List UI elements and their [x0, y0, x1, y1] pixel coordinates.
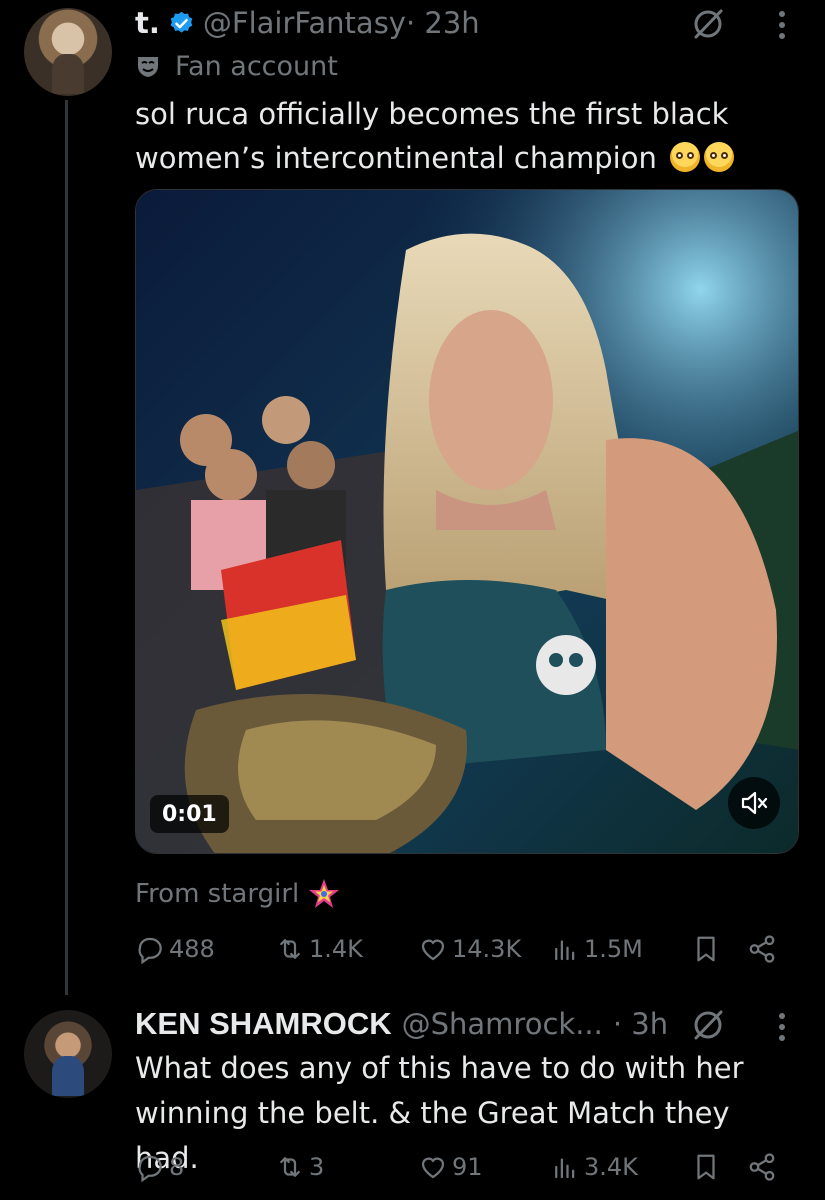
reply-author-avatar[interactable] [24, 1010, 112, 1098]
reply-header: KEN SHAMROCK @Shamrock... · 3h [135, 1004, 668, 1044]
views-action[interactable]: 3.4K [550, 1147, 638, 1187]
account-label-text: Fan account [175, 50, 338, 82]
star-emoji-icon [309, 879, 340, 908]
like-action[interactable]: 14.3K [418, 929, 521, 969]
repost-icon [280, 939, 300, 959]
reply-count: 8 [169, 1153, 185, 1181]
reply-actions: 8 3 91 3.4K [135, 1147, 785, 1187]
tweet-time[interactable]: · 23h [406, 6, 480, 40]
share-icon [749, 1153, 775, 1181]
mute-icon [741, 791, 768, 815]
from-community[interactable]: From stargirl [135, 872, 341, 916]
bookmark-action[interactable] [691, 1147, 721, 1187]
tweet-text: sol ruca officially becomes the first bl… [135, 92, 775, 180]
like-count: 91 [452, 1153, 483, 1181]
views-count: 1.5M [584, 935, 643, 963]
reply-count: 488 [169, 935, 215, 963]
repost-action[interactable]: 3 [275, 1147, 324, 1187]
reply-time[interactable]: · 3h [613, 1007, 668, 1041]
more-icon[interactable] [776, 8, 788, 42]
reply-handle[interactable]: @Shamrock... [402, 1007, 603, 1041]
grok-icon[interactable] [690, 6, 726, 42]
grok-icon[interactable] [690, 1007, 726, 1043]
share-action[interactable] [747, 1147, 777, 1187]
video-frame [136, 190, 798, 853]
share-icon [749, 935, 775, 963]
views-icon [555, 940, 575, 961]
views-action[interactable]: 1.5M [550, 929, 643, 969]
author-avatar[interactable] [24, 8, 112, 96]
from-text: From stargirl [135, 879, 300, 909]
reply-action[interactable]: 8 [135, 1147, 184, 1187]
mute-button[interactable] [728, 777, 780, 829]
bookmark-action[interactable] [691, 929, 721, 969]
views-icon [555, 1158, 575, 1179]
bookmark-icon [697, 1154, 715, 1180]
author-handle[interactable]: @FlairFantasy [203, 6, 406, 40]
tweet-video[interactable]: 0:01 [135, 189, 799, 854]
verified-badge-icon [170, 11, 193, 33]
display-name[interactable]: t. [135, 6, 160, 40]
views-count: 3.4K [584, 1153, 638, 1181]
tweet-text-content: sol ruca officially becomes the first bl… [135, 97, 729, 175]
pleading-face-emoji-icon [704, 142, 735, 172]
reply-action[interactable]: 488 [135, 929, 215, 969]
more-icon[interactable] [776, 1010, 788, 1044]
like-action[interactable]: 91 [418, 1147, 483, 1187]
bookmark-icon [697, 936, 715, 962]
video-timestamp: 0:01 [150, 795, 229, 833]
thread-connector-line [65, 100, 68, 995]
repost-count: 3 [309, 1153, 325, 1181]
pleading-face-emoji-icon [670, 142, 701, 172]
tweet-actions: 488 1.4K 14.3K 1.5M [135, 929, 785, 969]
like-count: 14.3K [452, 935, 522, 963]
repost-icon [280, 1157, 300, 1177]
like-icon [421, 939, 445, 961]
reply-icon [138, 937, 162, 964]
share-action[interactable] [747, 929, 777, 969]
reply-icon [138, 1155, 162, 1182]
account-label[interactable]: Fan account [135, 48, 338, 84]
repost-action[interactable]: 1.4K [275, 929, 363, 969]
reply-display-name[interactable]: KEN SHAMROCK [135, 1006, 392, 1042]
repost-count: 1.4K [309, 935, 363, 963]
like-icon [421, 1157, 445, 1179]
tweet-header: t. @FlairFantasy · 23h [135, 2, 480, 44]
fan-mask-icon [138, 57, 158, 77]
